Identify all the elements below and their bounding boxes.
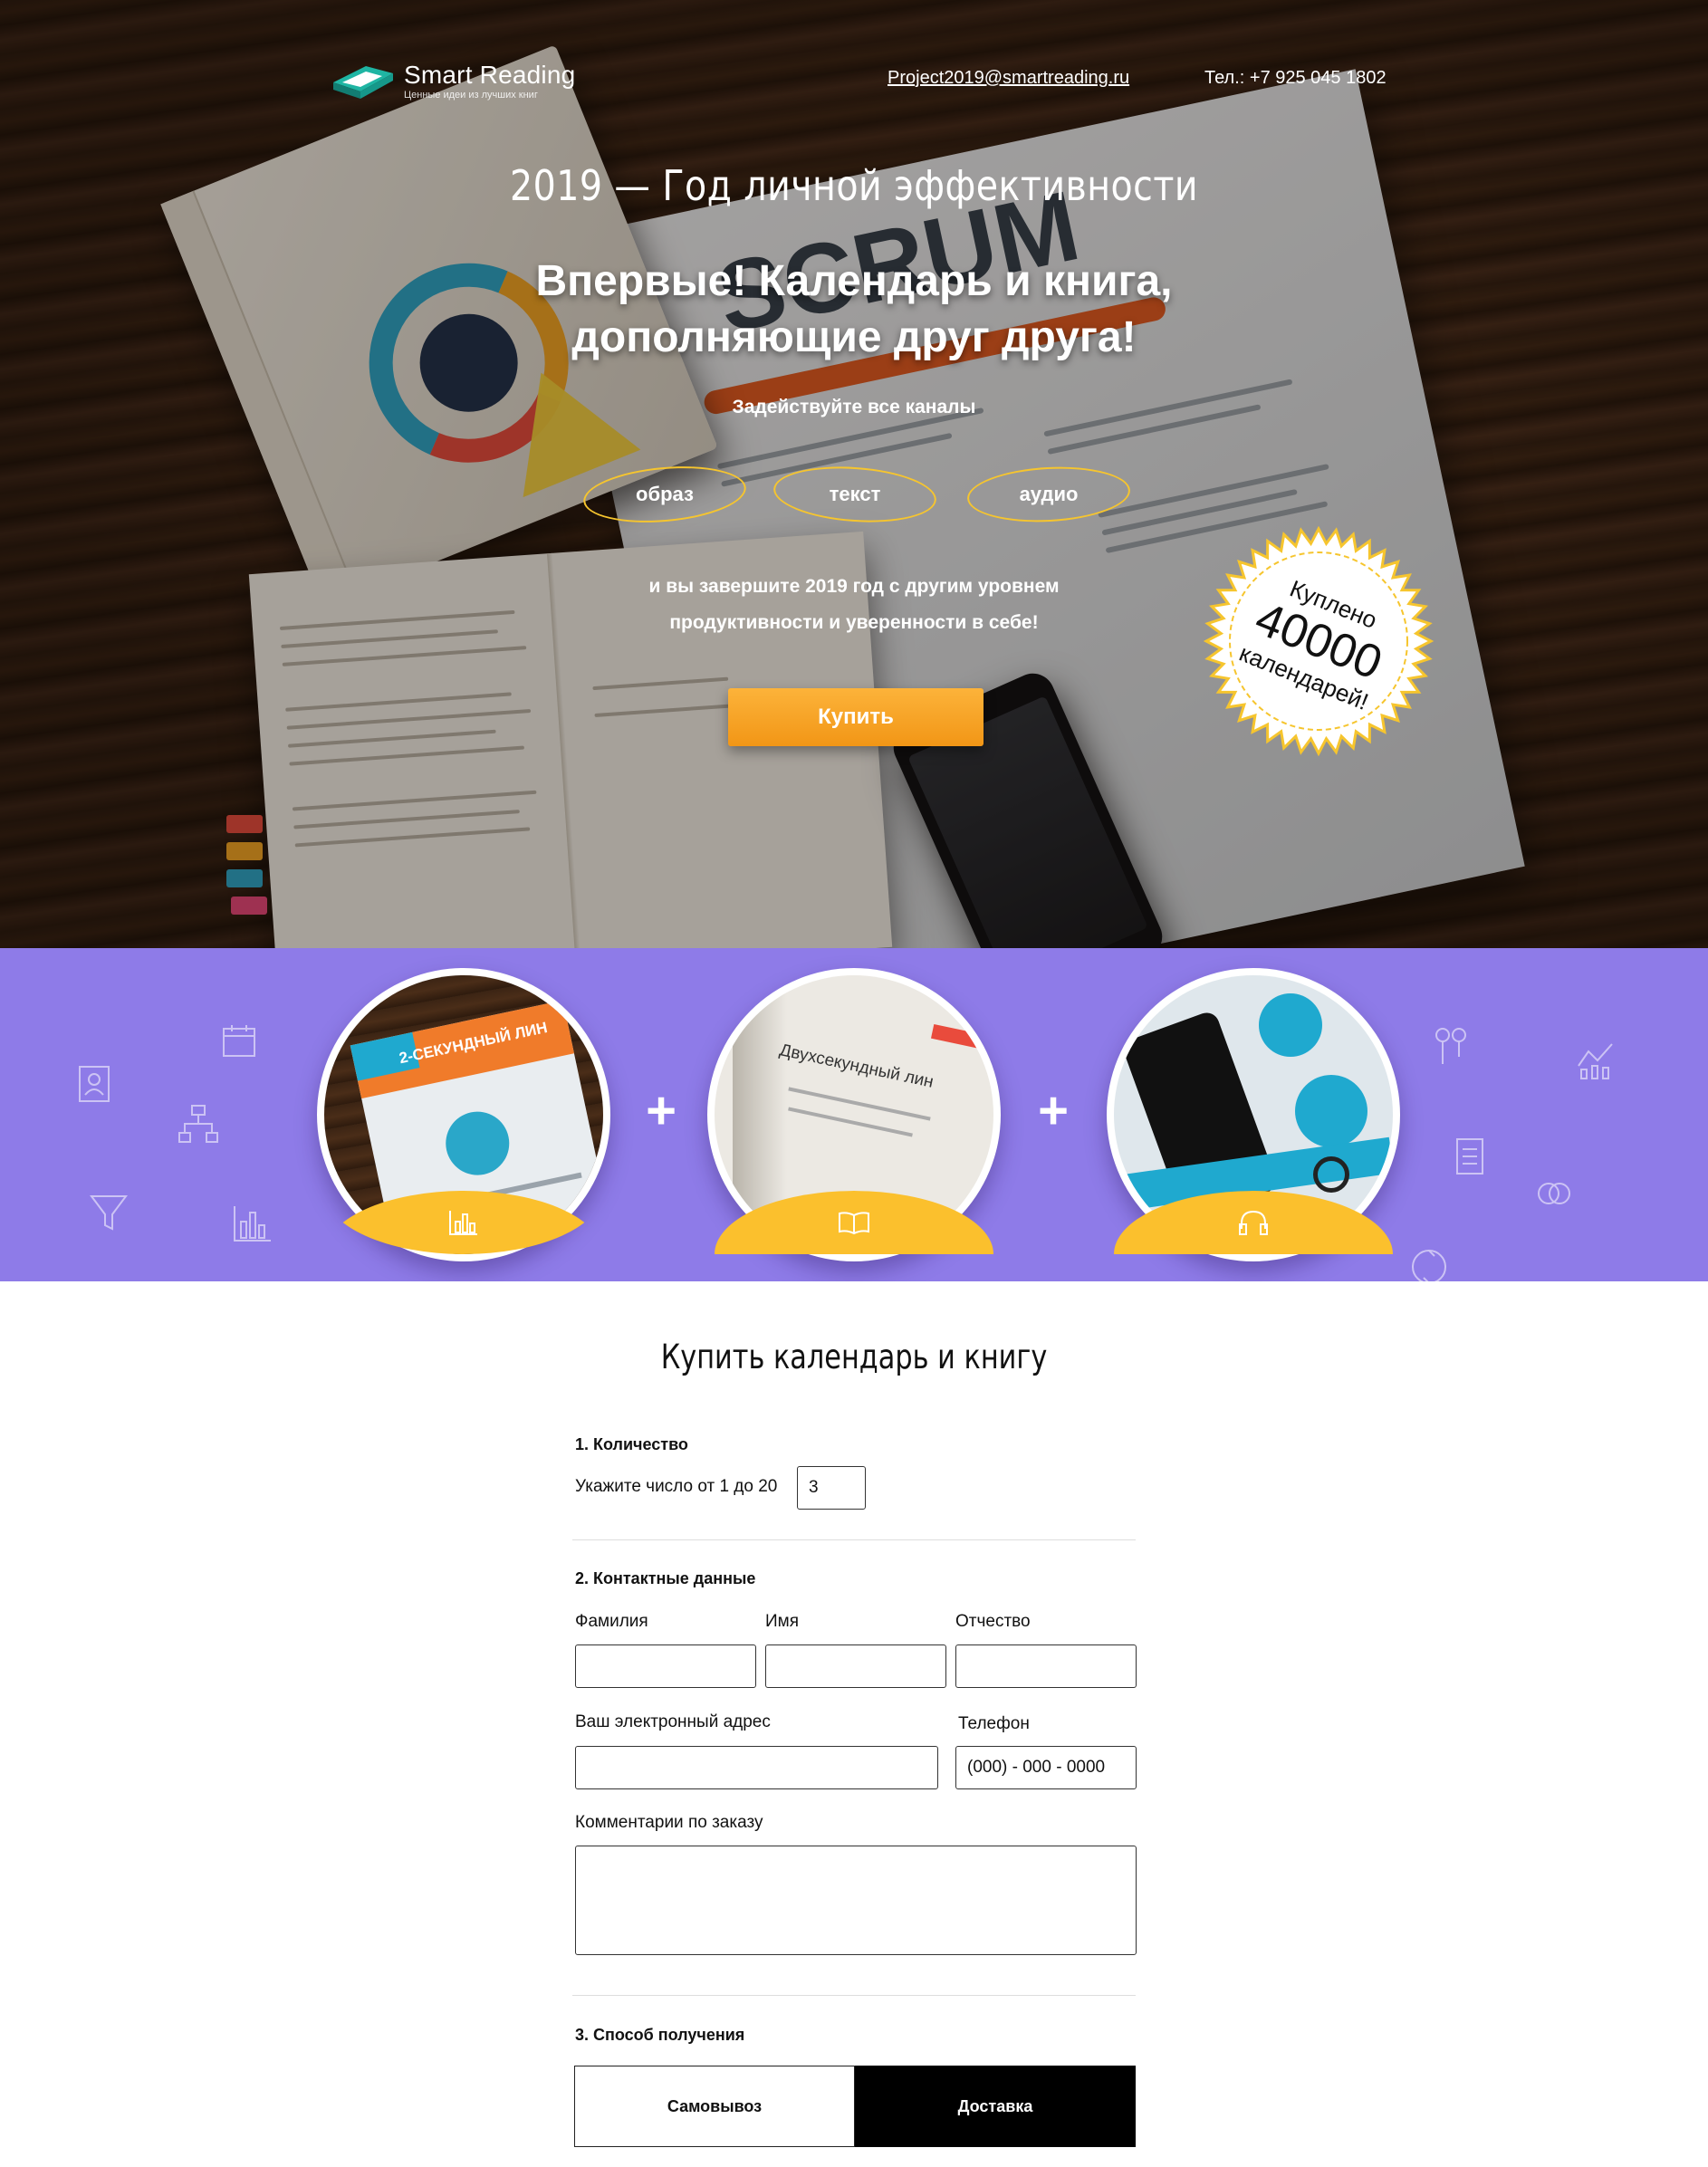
earbuds-icon [1435, 1028, 1466, 1064]
book-card: Двухсекундный лин [707, 968, 1001, 1261]
logo-name: Smart Reading [404, 61, 576, 89]
headline-line-1: Впервые! Календарь и книга, [535, 257, 1173, 305]
channels-subtitle: Задействуйте все каналы [732, 397, 976, 417]
bar-chart-icon [449, 1211, 477, 1235]
quantity-label: Укажите число от 1 до 20 [575, 1477, 778, 1496]
phone-field[interactable]: (000) - 000 - 0000 [955, 1746, 1137, 1789]
channel-audio: аудио [965, 462, 1132, 527]
divider [572, 1539, 1136, 1540]
first-name-label: Имя [765, 1612, 800, 1631]
middle-name-field[interactable] [955, 1644, 1137, 1688]
pickup-option[interactable]: Самовывоз [574, 2066, 855, 2147]
divider [572, 1995, 1136, 1996]
last-name-label: Фамилия [575, 1612, 648, 1631]
channel-text: текст [772, 461, 938, 528]
email-label: Ваш электронный адрес [575, 1712, 771, 1731]
book-icon [839, 1212, 869, 1235]
contact-card-icon [79, 1066, 110, 1102]
channel-image: образ [581, 460, 749, 529]
quantity-input[interactable]: 3 [797, 1466, 866, 1510]
headline-line-2: дополняющие друг друга! [571, 313, 1137, 361]
bar-chart-icon [234, 1206, 271, 1242]
buy-button[interactable]: Купить [728, 688, 984, 746]
year-title: 2019 — Год личной эффективности [510, 161, 1198, 210]
calendar-card: 2-СЕКУНДНЫЙ ЛИН [317, 968, 610, 1261]
section-contacts-title: 2. Контактные данные [575, 1569, 756, 1587]
plus-sign: + [1038, 1081, 1069, 1140]
section-delivery-title: 3. Способ получения [575, 2026, 745, 2044]
calendar-icon [223, 1025, 255, 1057]
phone-label: Телефон [958, 1714, 1030, 1733]
comment-textarea[interactable] [575, 1846, 1137, 1955]
headphones-icon [1239, 1210, 1268, 1235]
phone-number: Тел.: +7 925 045 1802 [1204, 68, 1387, 88]
product-band: 2-СЕКУНДНЫЙ ЛИН + Двухсекундный лин + [0, 948, 1708, 1281]
first-name-field[interactable] [765, 1644, 946, 1688]
last-name-field[interactable] [575, 1644, 756, 1688]
funnel-icon [90, 1195, 128, 1231]
form-title: Купить календарь и книгу [660, 1338, 1048, 1376]
logo[interactable]: Smart Reading Ценные идеи из лучших книг [330, 62, 575, 101]
audio-card [1107, 968, 1400, 1261]
cycle-icon [1412, 1250, 1446, 1281]
middle-name-label: Отчество [955, 1612, 1031, 1631]
hero-section: SCRUM Smart Reading Ценные идеи из лучши… [0, 0, 1708, 948]
flowchart-icon [178, 1105, 218, 1143]
email-link[interactable]: Project2019@smartreading.ru [888, 68, 1129, 89]
delivery-option[interactable]: Доставка [855, 2066, 1136, 2147]
headline: Впервые! Календарь и книга, дополняющие … [0, 254, 1708, 366]
plus-sign: + [646, 1081, 676, 1140]
document-stack-icon [1456, 1138, 1483, 1175]
growth-chart-icon [1578, 1043, 1613, 1079]
logo-tagline: Ценные идеи из лучших книг [404, 90, 538, 101]
venn-icon [1538, 1183, 1570, 1204]
logo-book-icon [330, 62, 395, 101]
section-quantity-title: 1. Количество [575, 1435, 688, 1453]
comment-label: Комментарии по заказу [575, 1813, 763, 1832]
book-card-title: Двухсекундный лин [777, 1040, 936, 1092]
email-field[interactable] [575, 1746, 938, 1789]
